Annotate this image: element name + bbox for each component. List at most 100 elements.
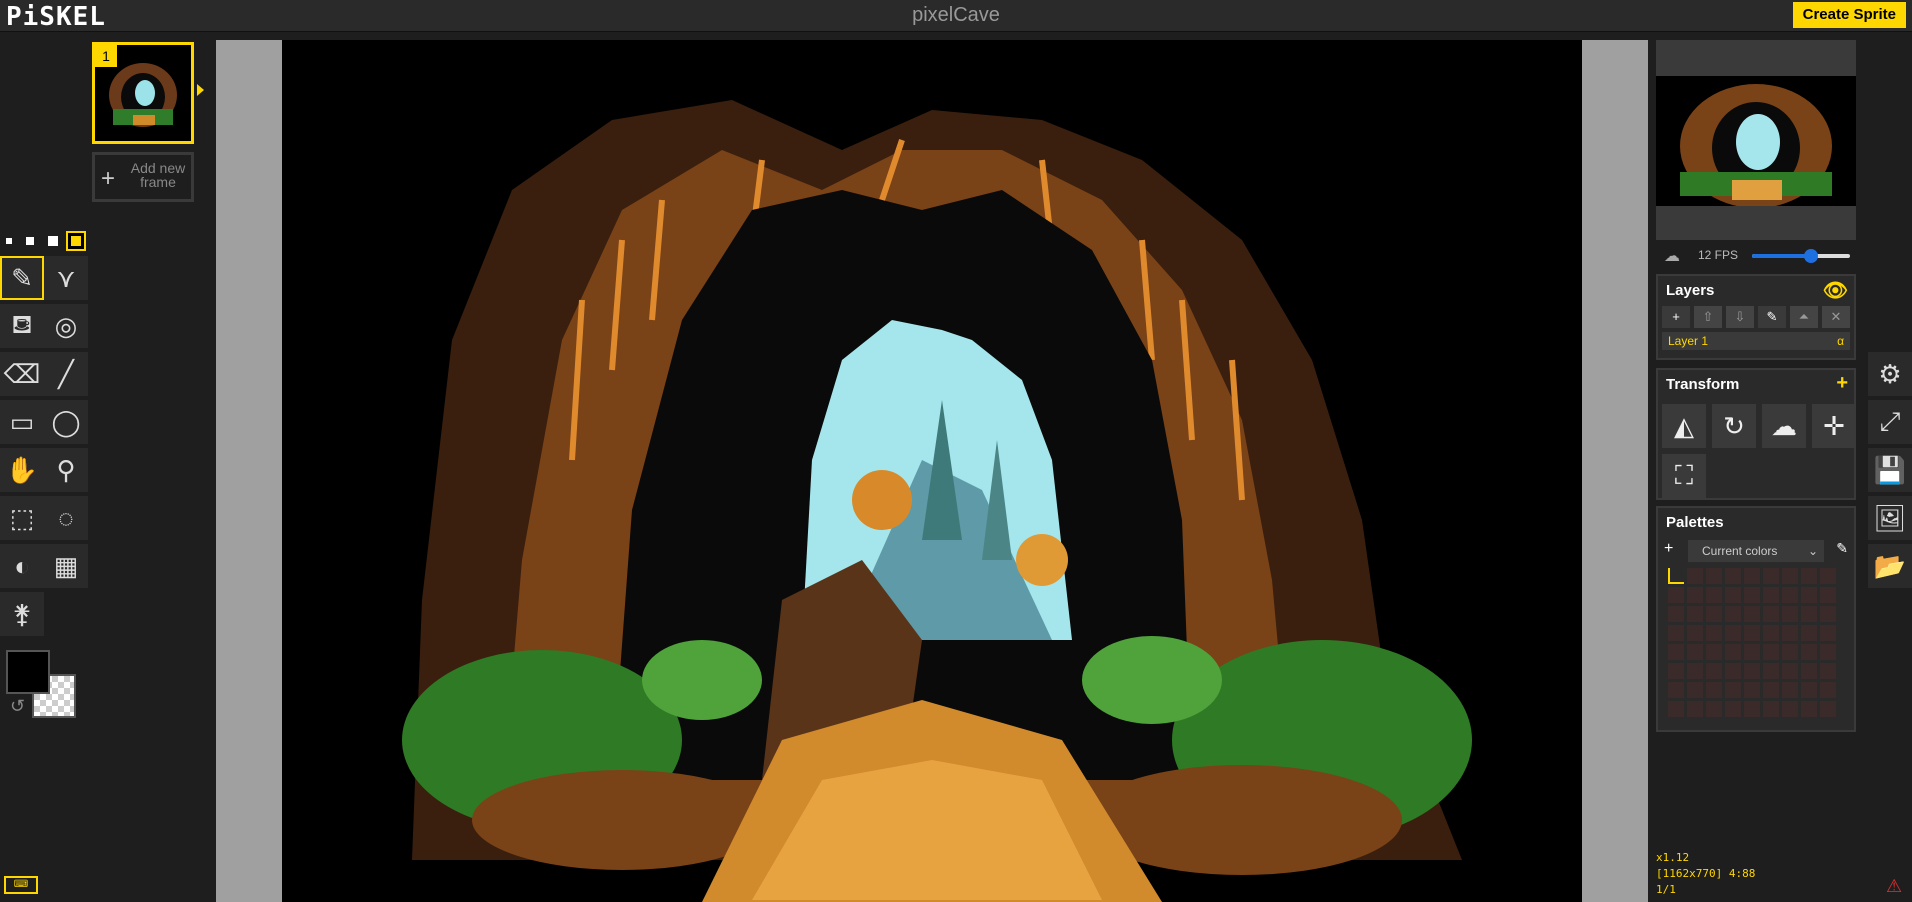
palette-color-cell[interactable] bbox=[1668, 701, 1684, 717]
palette-color-cell[interactable] bbox=[1706, 625, 1722, 641]
palette-color-cell[interactable] bbox=[1801, 568, 1817, 584]
palette-color-cell[interactable] bbox=[1668, 663, 1684, 679]
palette-color-cell[interactable] bbox=[1801, 663, 1817, 679]
vertical-mirror-pen-tool[interactable]: ⋎ bbox=[44, 256, 88, 300]
palette-color-cell[interactable] bbox=[1744, 682, 1760, 698]
palette-color-cell[interactable] bbox=[1744, 625, 1760, 641]
pen-size-2[interactable] bbox=[26, 237, 34, 245]
fps-slider[interactable] bbox=[1752, 249, 1850, 263]
primary-color-swatch[interactable] bbox=[6, 650, 50, 694]
flip-transform-button[interactable]: ◭ bbox=[1662, 404, 1706, 448]
palette-color-cell[interactable] bbox=[1706, 587, 1722, 603]
palette-color-cell[interactable] bbox=[1782, 625, 1798, 641]
color-picker-tool[interactable]: ⚵ bbox=[0, 592, 44, 636]
shape-selection-tool[interactable]: ⚲ bbox=[44, 448, 88, 492]
merge-layer-button[interactable]: ⏶ bbox=[1790, 306, 1818, 328]
palette-color-cell[interactable] bbox=[1706, 701, 1722, 717]
palette-color-cell[interactable] bbox=[1763, 682, 1779, 698]
palette-color-cell[interactable] bbox=[1687, 644, 1703, 660]
palette-color-cell[interactable] bbox=[1744, 701, 1760, 717]
palette-color-cell[interactable] bbox=[1725, 701, 1741, 717]
clone-transform-button[interactable]: ☁ bbox=[1762, 404, 1806, 448]
palette-color-cell[interactable] bbox=[1744, 587, 1760, 603]
palette-color-cell[interactable] bbox=[1782, 701, 1798, 717]
palette-color-cell[interactable] bbox=[1687, 682, 1703, 698]
pen-tool[interactable]: ✎ bbox=[0, 256, 44, 300]
palette-color-cell[interactable] bbox=[1668, 587, 1684, 603]
lasso-selection-tool[interactable]: ◌ bbox=[44, 496, 88, 540]
delete-layer-button[interactable]: ✕ bbox=[1822, 306, 1850, 328]
palette-color-cell[interactable] bbox=[1763, 644, 1779, 660]
eraser-tool[interactable]: ⌫ bbox=[0, 352, 44, 396]
palette-color-cell[interactable] bbox=[1782, 663, 1798, 679]
palette-color-cell[interactable] bbox=[1801, 587, 1817, 603]
stroke-tool[interactable]: ╱ bbox=[44, 352, 88, 396]
edit-palette-icon[interactable]: ✎ bbox=[1836, 540, 1848, 557]
add-transform-icon[interactable]: + bbox=[1836, 372, 1848, 395]
palette-color-cell[interactable] bbox=[1763, 606, 1779, 622]
palette-color-cell[interactable] bbox=[1763, 625, 1779, 641]
palette-color-cell[interactable] bbox=[1801, 606, 1817, 622]
palette-color-cell[interactable] bbox=[1706, 644, 1722, 660]
palette-color-cell[interactable] bbox=[1782, 568, 1798, 584]
add-palette-icon[interactable]: + bbox=[1664, 540, 1673, 558]
palette-color-cell[interactable] bbox=[1687, 587, 1703, 603]
warning-icon[interactable]: ⚠ bbox=[1886, 876, 1902, 897]
onion-skin-icon[interactable]: ☁ bbox=[1664, 246, 1680, 266]
palette-color-cell[interactable] bbox=[1820, 682, 1836, 698]
palette-color-cell[interactable] bbox=[1820, 701, 1836, 717]
palette-color-cell[interactable] bbox=[1782, 606, 1798, 622]
create-sprite-button[interactable]: Create Sprite bbox=[1792, 2, 1906, 28]
settings-button[interactable]: ⚙ bbox=[1868, 352, 1912, 396]
pen-size-3[interactable] bbox=[48, 236, 58, 246]
palette-color-cell[interactable] bbox=[1668, 568, 1684, 584]
palette-color-cell[interactable] bbox=[1801, 682, 1817, 698]
palette-color-cell[interactable] bbox=[1725, 682, 1741, 698]
eye-icon[interactable]: 👁 bbox=[1823, 278, 1848, 303]
swap-colors-icon[interactable]: ↺ bbox=[10, 696, 25, 717]
palette-color-cell[interactable] bbox=[1725, 606, 1741, 622]
palette-color-cell[interactable] bbox=[1801, 644, 1817, 660]
palette-color-cell[interactable] bbox=[1687, 701, 1703, 717]
export-button[interactable]: 🖼 bbox=[1868, 496, 1912, 540]
palette-color-cell[interactable] bbox=[1763, 587, 1779, 603]
fps-slider-handle[interactable] bbox=[1803, 249, 1818, 263]
palette-color-cell[interactable] bbox=[1744, 568, 1760, 584]
palette-color-cell[interactable] bbox=[1706, 606, 1722, 622]
palette-color-cell[interactable] bbox=[1668, 644, 1684, 660]
rectangle-selection-tool[interactable]: ⬚ bbox=[0, 496, 44, 540]
palette-color-cell[interactable] bbox=[1763, 663, 1779, 679]
palette-color-cell[interactable] bbox=[1820, 568, 1836, 584]
palette-color-cell[interactable] bbox=[1763, 568, 1779, 584]
import-button[interactable]: 📂 bbox=[1868, 544, 1912, 588]
palette-color-cell[interactable] bbox=[1782, 644, 1798, 660]
palette-color-cell[interactable] bbox=[1725, 644, 1741, 660]
layer-opacity-icon[interactable]: α bbox=[1837, 332, 1844, 350]
crop-transform-button[interactable]: ⛶ bbox=[1662, 454, 1706, 498]
center-transform-button[interactable]: ✛ bbox=[1812, 404, 1856, 448]
palette-color-cell[interactable] bbox=[1725, 663, 1741, 679]
palette-color-cell[interactable] bbox=[1820, 606, 1836, 622]
lighten-tool[interactable]: ◐ bbox=[0, 544, 44, 588]
palette-color-cell[interactable] bbox=[1820, 625, 1836, 641]
paint-bucket-tool[interactable]: ⛾ bbox=[0, 304, 44, 348]
pen-size-1[interactable] bbox=[6, 238, 12, 244]
palette-color-cell[interactable] bbox=[1820, 644, 1836, 660]
resize-button[interactable]: ⤢ bbox=[1868, 400, 1912, 444]
layer-item[interactable]: Layer 1 α bbox=[1662, 332, 1850, 350]
palette-color-cell[interactable] bbox=[1744, 644, 1760, 660]
move-tool[interactable]: ✋ bbox=[0, 448, 44, 492]
keyboard-shortcuts-icon[interactable]: ⌨ bbox=[4, 876, 38, 894]
palette-color-cell[interactable] bbox=[1706, 682, 1722, 698]
add-frame-button[interactable]: + Add new frame bbox=[92, 152, 194, 202]
palette-color-cell[interactable] bbox=[1687, 625, 1703, 641]
palette-color-cell[interactable] bbox=[1725, 625, 1741, 641]
palette-color-cell[interactable] bbox=[1782, 587, 1798, 603]
palette-color-cell[interactable] bbox=[1763, 701, 1779, 717]
palette-color-cell[interactable] bbox=[1668, 625, 1684, 641]
palette-color-cell[interactable] bbox=[1782, 682, 1798, 698]
rotate-transform-button[interactable]: ↻ bbox=[1712, 404, 1756, 448]
move-layer-down-button[interactable]: ⇩ bbox=[1726, 306, 1754, 328]
rectangle-tool[interactable]: ▭ bbox=[0, 400, 44, 444]
palette-color-cell[interactable] bbox=[1687, 568, 1703, 584]
